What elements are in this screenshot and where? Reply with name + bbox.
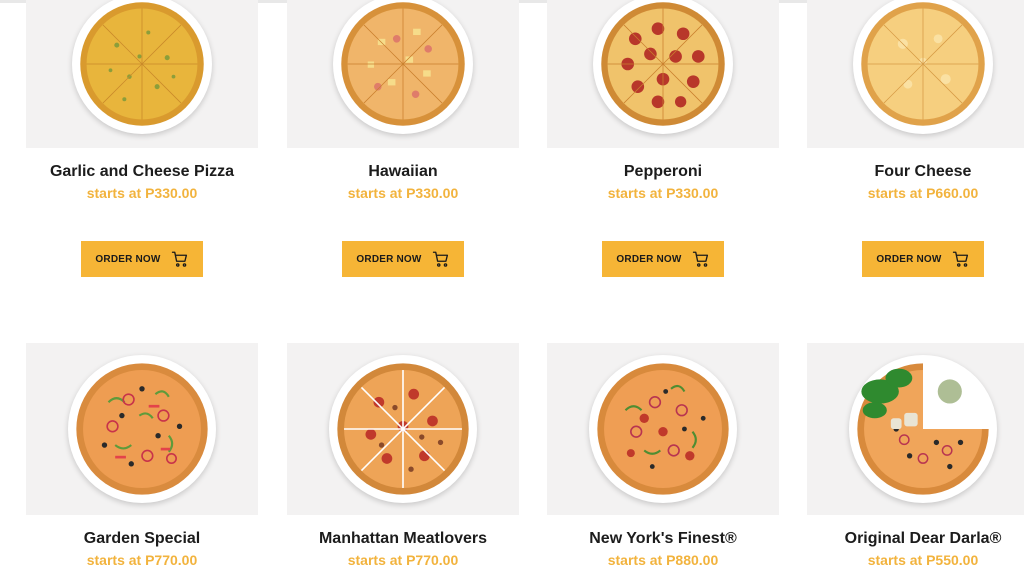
original-dear-darla-pizza-image[interactable]: [807, 343, 1024, 515]
pepperoni-pizza-image[interactable]: [547, 0, 779, 148]
product-price: starts at P550.00: [867, 552, 979, 568]
product-card-garlic-cheese[interactable]: Garlic and Cheese Pizza starts at P330.0…: [26, 0, 258, 277]
product-name[interactable]: Manhattan Meatlovers: [287, 529, 519, 549]
four-cheese-pizza-image[interactable]: [807, 0, 1024, 148]
order-now-button[interactable]: ORDER NOW: [81, 241, 203, 277]
product-price: starts at P330.00: [347, 185, 459, 201]
cart-icon: [171, 250, 189, 268]
cart-icon: [432, 250, 450, 268]
product-price: starts at P330.00: [607, 185, 719, 201]
cart-icon: [952, 250, 970, 268]
product-card-new-yorks-finest[interactable]: New York's Finest® starts at P880.00: [547, 343, 779, 569]
product-price: starts at P880.00: [607, 552, 719, 568]
hawaiian-pizza-image[interactable]: [287, 0, 519, 148]
product-name[interactable]: Original Dear Darla®: [807, 529, 1024, 549]
product-price: starts at P330.00: [86, 185, 198, 201]
manhattan-meatlovers-pizza-image[interactable]: [287, 343, 519, 515]
product-price: starts at P770.00: [86, 552, 198, 568]
product-name[interactable]: Garlic and Cheese Pizza: [26, 162, 258, 182]
product-card-four-cheese[interactable]: Four Cheese starts at P660.00 ORDER NOW: [807, 0, 1024, 277]
garden-special-pizza-image[interactable]: [26, 343, 258, 515]
order-now-button[interactable]: ORDER NOW: [602, 241, 724, 277]
order-now-button[interactable]: ORDER NOW: [862, 241, 984, 277]
product-name[interactable]: Four Cheese: [807, 162, 1024, 182]
product-name[interactable]: Pepperoni: [547, 162, 779, 182]
order-now-label: ORDER NOW: [95, 253, 161, 265]
order-now-label: ORDER NOW: [356, 253, 422, 265]
product-name[interactable]: New York's Finest®: [547, 529, 779, 549]
garlic-cheese-pizza-image[interactable]: [26, 0, 258, 148]
order-now-label: ORDER NOW: [616, 253, 682, 265]
product-price: starts at P660.00: [867, 185, 979, 201]
product-name[interactable]: Garden Special: [26, 529, 258, 549]
product-card-original-dear-darla[interactable]: Original Dear Darla® starts at P550.00: [807, 343, 1024, 569]
product-name[interactable]: Hawaiian: [287, 162, 519, 182]
cart-icon: [692, 250, 710, 268]
product-card-hawaiian[interactable]: Hawaiian starts at P330.00 ORDER NOW: [287, 0, 519, 277]
product-card-garden-special[interactable]: Garden Special starts at P770.00: [26, 343, 258, 569]
product-price: starts at P770.00: [347, 552, 459, 568]
product-card-manhattan-meatlovers[interactable]: Manhattan Meatlovers starts at P770.00: [287, 343, 519, 569]
new-yorks-finest-pizza-image[interactable]: [547, 343, 779, 515]
order-now-button[interactable]: ORDER NOW: [342, 241, 464, 277]
order-now-label: ORDER NOW: [876, 253, 942, 265]
product-card-pepperoni[interactable]: Pepperoni starts at P330.00 ORDER NOW: [547, 0, 779, 277]
